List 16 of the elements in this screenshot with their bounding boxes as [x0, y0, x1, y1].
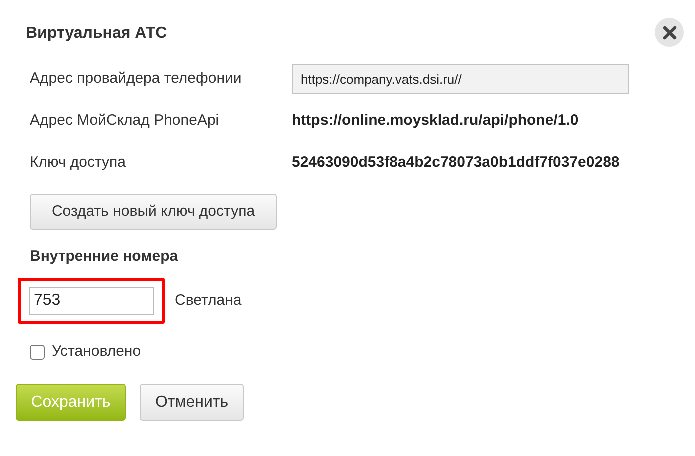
installed-checkbox[interactable] [30, 344, 45, 360]
dialog-title: Виртуальная АТС [26, 24, 168, 44]
generate-key-button[interactable]: Создать новый ключ доступа [30, 194, 277, 230]
field-value: 52463090d53f8a4b2c78073a0b1ddf7f037e0288 [292, 152, 620, 173]
field-value: https://online.moysklad.ru/api/phone/1.0 [292, 110, 579, 131]
extension-number-field[interactable]: 753 [29, 287, 154, 315]
close-button[interactable] [655, 18, 684, 47]
section-heading: Внутренние номера [30, 248, 180, 266]
field-label: Адрес провайдера телефонии [30, 68, 243, 89]
provider-url-field[interactable]: https://company.vats.dsi.ru// [292, 64, 629, 94]
employee-name: Светлана [175, 290, 242, 311]
field-label: Адрес МойСклад PhoneApi [30, 110, 220, 131]
checkbox-label: Установлено [52, 342, 142, 362]
cancel-button[interactable]: Отменить [140, 384, 244, 421]
close-icon [662, 26, 676, 40]
field-label: Ключ доступа [30, 152, 127, 173]
